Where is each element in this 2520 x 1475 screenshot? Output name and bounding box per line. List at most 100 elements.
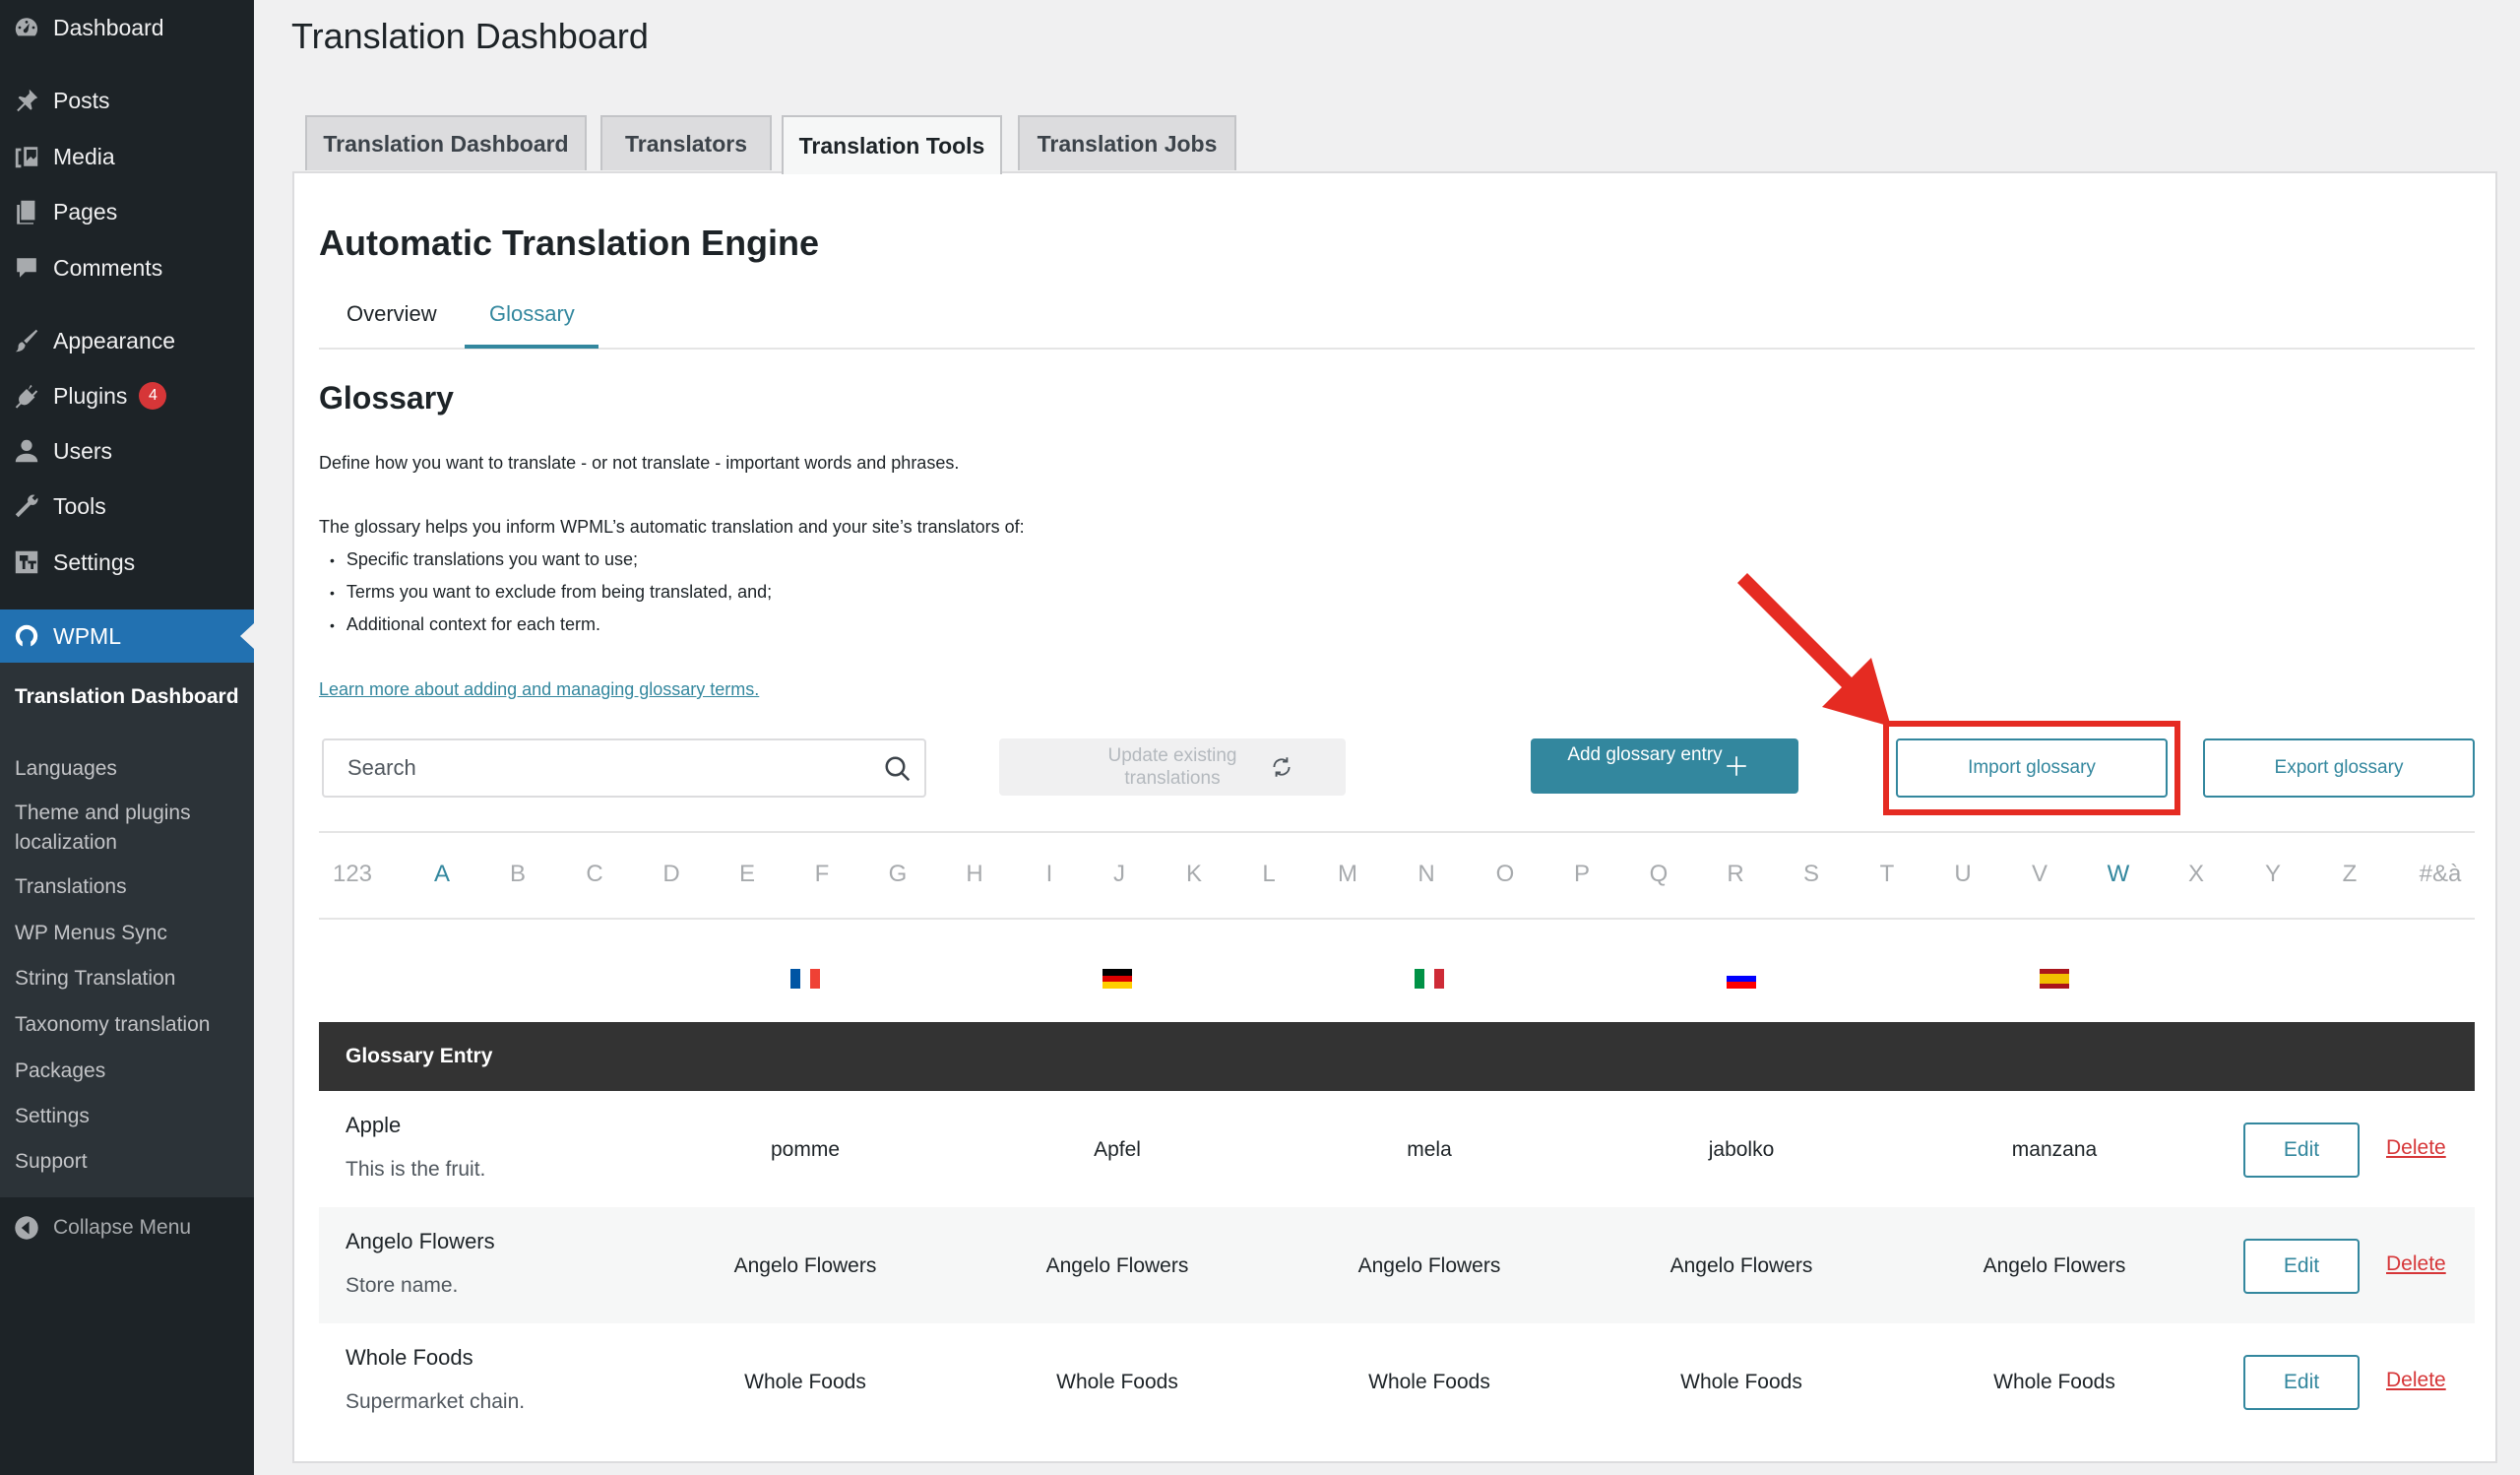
learn-more-link[interactable]: Learn more about adding and managing glo…	[319, 679, 759, 700]
update-existing-translations-button[interactable]: Update existing translations	[999, 738, 1346, 796]
search-icon[interactable]	[883, 754, 913, 784]
submenu-string-translation[interactable]: String Translation	[15, 964, 251, 994]
plugin-update-count-badge: 4	[139, 382, 167, 410]
sidebar-item-settings[interactable]: Settings	[0, 543, 254, 582]
submenu-taxonomy-translation[interactable]: Taxonomy translation	[15, 1010, 251, 1040]
page-title: Translation Dashboard	[291, 16, 649, 56]
refresh-icon	[1273, 757, 1291, 777]
submenu-wp-menus-sync[interactable]: WP Menus Sync	[15, 919, 251, 948]
sidebar-item-label: WPML	[53, 622, 121, 649]
letter-filter-f[interactable]: F	[792, 861, 851, 888]
letter-filter-d[interactable]: D	[642, 861, 701, 888]
subtab-glossary[interactable]: Glossary	[489, 301, 575, 327]
letter-filter-p[interactable]: P	[1552, 861, 1611, 888]
tab-translation-tools[interactable]: Translation Tools	[782, 115, 1002, 174]
sidebar-item-pages[interactable]: Pages	[0, 192, 254, 231]
wrench-icon	[0, 492, 53, 520]
sidebar-item-label: Tools	[53, 492, 106, 519]
letter-filter-u[interactable]: U	[1933, 861, 1992, 888]
submenu-packages[interactable]: Packages	[15, 1057, 251, 1086]
glossary-note: Supermarket chain.	[346, 1390, 526, 1413]
letter-filter-v[interactable]: V	[2010, 861, 2069, 888]
letter-filter-t[interactable]: T	[1858, 861, 1917, 888]
translation-it: Angelo Flowers	[1357, 1254, 1501, 1277]
letter-filter-z[interactable]: Z	[2320, 861, 2379, 888]
delete-link[interactable]: Delete	[2386, 1369, 2446, 1392]
letter-filter-symbols[interactable]: #&à	[2411, 861, 2470, 888]
edit-button[interactable]: Edit	[2243, 1239, 2360, 1294]
submenu-support[interactable]: Support	[15, 1147, 251, 1177]
letter-filter-c[interactable]: C	[565, 861, 624, 888]
sidebar-item-label: Users	[53, 437, 113, 464]
letter-filter-l[interactable]: L	[1239, 861, 1298, 888]
submenu-settings[interactable]: Settings	[15, 1102, 251, 1131]
delete-link[interactable]: Delete	[2386, 1136, 2446, 1160]
glossary-search-input[interactable]: Search	[322, 738, 926, 798]
wpml-icon	[0, 622, 53, 650]
letter-filter-i[interactable]: I	[1020, 861, 1079, 888]
letter-filter-s[interactable]: S	[1782, 861, 1841, 888]
collapse-menu-button[interactable]: Collapse Menu	[0, 1208, 254, 1248]
tab-translation-dashboard[interactable]: Translation Dashboard	[305, 115, 587, 170]
letter-filter-123[interactable]: 123	[323, 861, 382, 888]
sidebar-item-appearance[interactable]: Appearance	[0, 321, 254, 360]
translation-es: manzana	[2011, 1138, 2098, 1161]
tab-translation-jobs[interactable]: Translation Jobs	[1018, 115, 1236, 170]
sidebar-item-comments[interactable]: Comments	[0, 248, 254, 288]
letter-filter-h[interactable]: H	[945, 861, 1004, 888]
sidebar-item-wpml[interactable]: WPML	[0, 609, 254, 663]
letter-filter-o[interactable]: O	[1476, 861, 1535, 888]
sidebar-item-users[interactable]: Users	[0, 431, 254, 471]
add-glossary-entry-button[interactable]: Add glossary entry	[1531, 738, 1798, 794]
user-icon	[0, 437, 53, 465]
glossary-intro: Define how you want to translate - or no…	[319, 453, 960, 473]
tab-translators[interactable]: Translators	[600, 115, 772, 170]
translation-sl: jabolko	[1708, 1138, 1775, 1161]
translation-de: Apfel	[1094, 1138, 1141, 1161]
letter-filter-m[interactable]: M	[1318, 861, 1377, 888]
letter-filter-r[interactable]: R	[1706, 861, 1765, 888]
sidebar-item-plugins[interactable]: Plugins 4	[0, 376, 254, 416]
translation-es: Whole Foods	[1993, 1371, 2115, 1393]
letter-filter-a[interactable]: A	[412, 861, 472, 888]
sidebar-item-posts[interactable]: Posts	[0, 81, 254, 120]
translation-fr: Whole Foods	[744, 1371, 866, 1393]
table-row: Angelo Flowers Store name. Angelo Flower…	[319, 1207, 2475, 1323]
letter-filter-y[interactable]: Y	[2243, 861, 2302, 888]
submenu-translation-dashboard[interactable]: Translation Dashboard	[15, 682, 251, 712]
edit-button[interactable]: Edit	[2243, 1122, 2360, 1178]
sidebar-item-label: Posts	[53, 87, 110, 113]
submenu-theme-plugins-localization[interactable]: Theme and plugins localization	[15, 799, 251, 858]
letter-filter-n[interactable]: N	[1397, 861, 1456, 888]
export-glossary-button[interactable]: Export glossary	[2203, 738, 2475, 798]
letter-filter-q[interactable]: Q	[1629, 861, 1688, 888]
glossary-helps-text: The glossary helps you inform WPML’s aut…	[319, 517, 1025, 537]
letter-filter-b[interactable]: B	[488, 861, 547, 888]
sidebar-item-label: Comments	[53, 254, 163, 281]
submenu-languages[interactable]: Languages	[15, 754, 251, 784]
submenu-translations[interactable]: Translations	[15, 872, 251, 902]
letter-filter-e[interactable]: E	[718, 861, 777, 888]
brush-icon	[0, 327, 53, 354]
divider	[319, 831, 2475, 833]
letter-filter-k[interactable]: K	[1165, 861, 1224, 888]
letter-filter-x[interactable]: X	[2167, 861, 2226, 888]
sidebar-item-label: Dashboard	[53, 14, 164, 40]
add-button-label: Add glossary entry	[1567, 744, 1723, 765]
collapse-menu-label: Collapse Menu	[53, 1216, 192, 1239]
table-header-label: Glossary Entry	[346, 1045, 493, 1067]
letter-filter-j[interactable]: J	[1090, 861, 1149, 888]
plus-icon	[1727, 756, 1746, 776]
translation-es: Angelo Flowers	[1983, 1254, 2126, 1277]
edit-button[interactable]: Edit	[2243, 1355, 2360, 1410]
letter-filter-w[interactable]: W	[2089, 861, 2148, 888]
sidebar-item-dashboard[interactable]: Dashboard	[0, 8, 254, 47]
subtab-overview[interactable]: Overview	[346, 301, 437, 327]
sidebar-item-media[interactable]: Media	[0, 137, 254, 176]
sidebar-item-tools[interactable]: Tools	[0, 486, 254, 526]
comment-icon	[0, 254, 53, 282]
letter-filter-g[interactable]: G	[868, 861, 927, 888]
delete-link[interactable]: Delete	[2386, 1252, 2446, 1276]
sidebar-item-label: Settings	[53, 548, 136, 575]
flag-germany-icon	[1102, 969, 1132, 990]
